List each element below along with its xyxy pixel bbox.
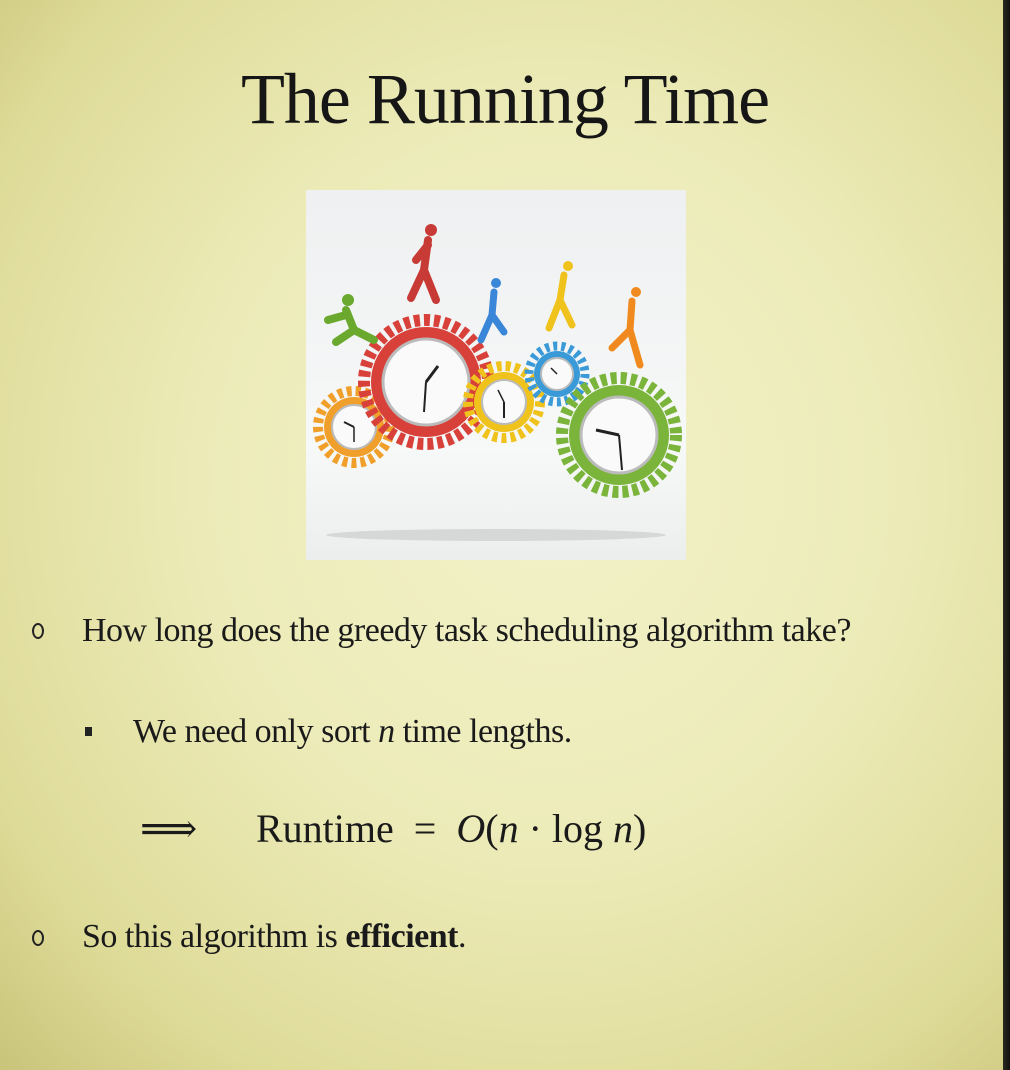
runner-blue-icon xyxy=(477,278,508,344)
clock-gears-image xyxy=(306,190,686,560)
implies-arrow: ⟹ xyxy=(140,806,198,851)
runner-orange-icon xyxy=(608,287,644,369)
sub-bullet-sort: We need only sort n time lengths. xyxy=(133,713,572,750)
presentation-slide: The Running Time How long does the greed… xyxy=(0,0,1003,1070)
green-gear-icon xyxy=(556,372,682,498)
bullet-circle-icon xyxy=(32,623,44,639)
runner-green-icon xyxy=(324,294,378,346)
bullet-question: How long does the greedy task scheduling… xyxy=(82,612,851,649)
gears-illustration xyxy=(313,224,682,541)
runner-yellow-icon xyxy=(545,261,576,332)
slide-title: The Running Time xyxy=(240,59,770,139)
bullet-circle-icon xyxy=(32,930,44,946)
bullet-square-icon xyxy=(85,727,92,736)
red-gear-icon xyxy=(358,314,494,450)
window-edge xyxy=(1003,0,1010,1070)
bullet-efficient: So this algorithm is efficient. xyxy=(82,918,466,955)
runtime-formula: Runtime = O(n · log n) xyxy=(256,806,647,851)
runner-red-icon xyxy=(407,224,440,304)
